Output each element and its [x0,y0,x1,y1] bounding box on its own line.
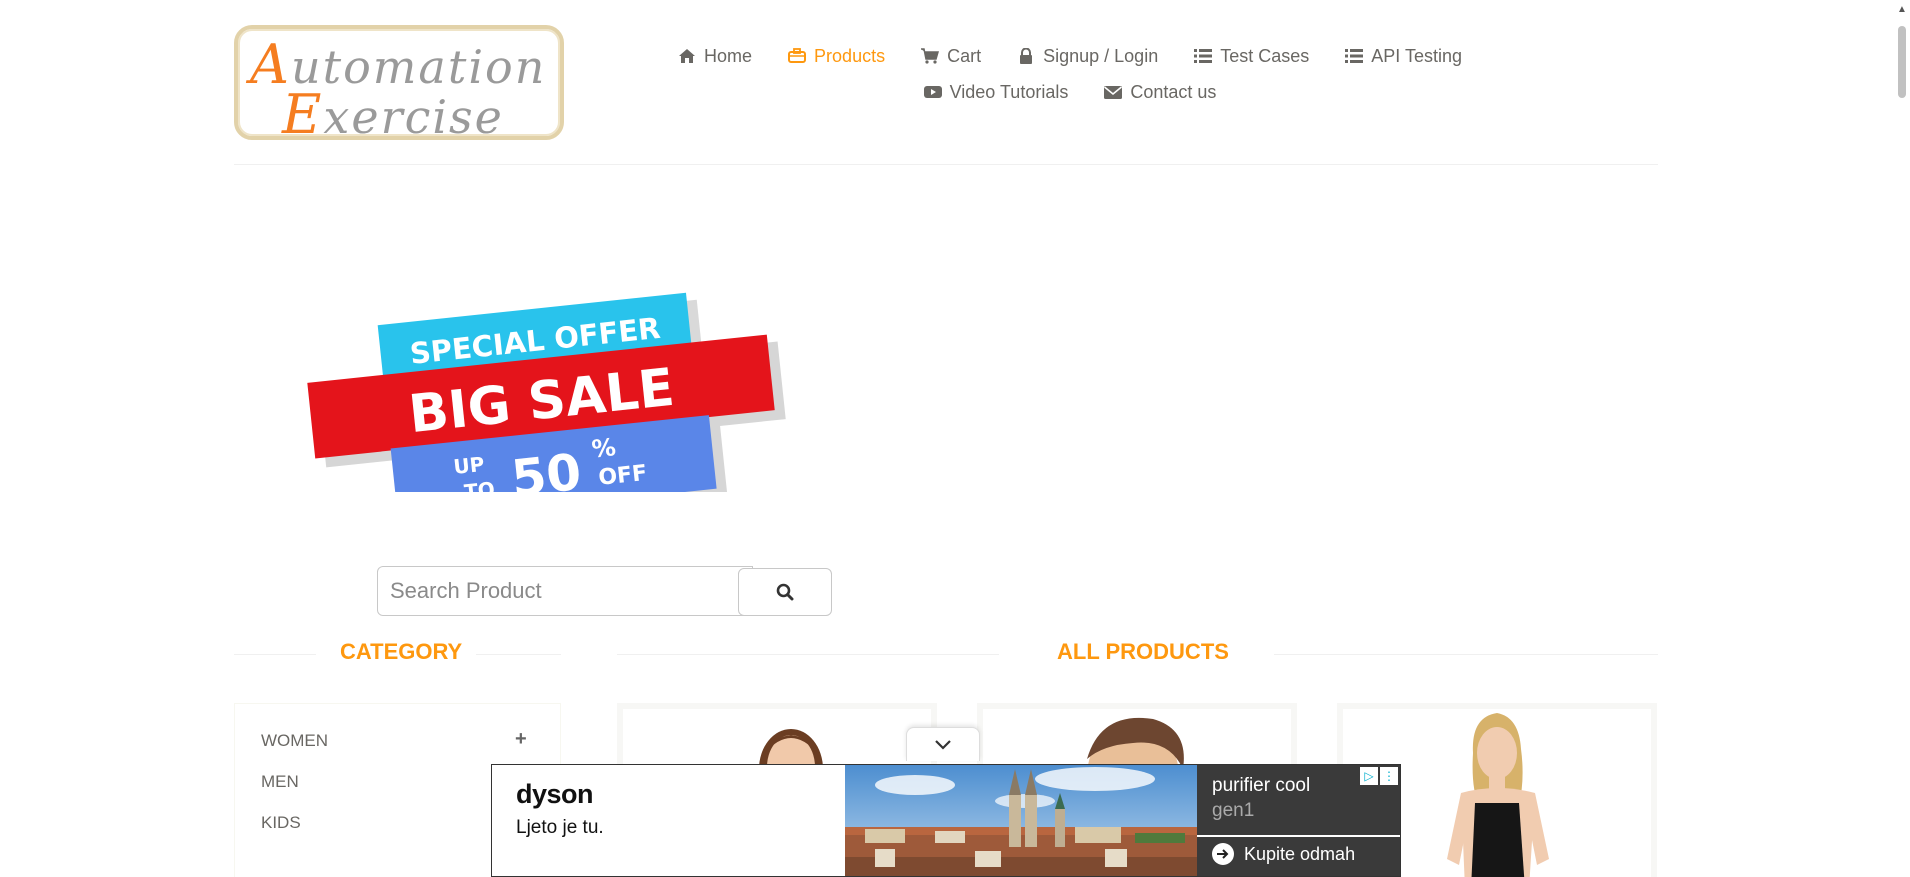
category-item-men[interactable]: MEN [261,772,299,792]
nav-test-cases-label: Test Cases [1220,45,1310,66]
nav-signup-login[interactable]: Signup / Login [999,38,1176,74]
scroll-thumb[interactable] [1898,26,1906,98]
category-item-women[interactable]: WOMEN [261,731,328,751]
list-icon [1194,49,1213,63]
ad-tagline: Ljeto je tu. [516,817,604,838]
expand-women-icon[interactable]: + [515,728,527,751]
all-products-title: ALL PRODUCTS [1057,639,1229,664]
ad-separator [1197,835,1400,837]
special-offer-banner: SPECIAL OFFER BIG SALE UP TO 50 % OFF [307,292,786,492]
ad-brand: dyson [516,779,594,809]
ad-badges: ▷ ⋮ [1360,767,1398,785]
arrow-right-icon [1212,843,1234,865]
ad-cta-label: Kupite odmah [1244,843,1356,864]
banner-50: 50 [509,443,584,492]
category-item-kids[interactable]: KIDS [261,813,301,833]
search-input[interactable] [377,566,753,616]
nav-contact-label: Contact us [1130,81,1217,102]
nav-row-1: Home Products Cart Signup / Login Test C… [679,38,1462,74]
lock-icon [1020,48,1033,64]
banner-off: OFF [597,461,648,491]
ad-left-panel: dyson Ljeto je tu. [492,765,845,876]
nav-api-testing[interactable]: API Testing [1327,38,1480,74]
nav-home-label: Home [704,45,753,66]
cart-icon [921,48,940,64]
ad-menu-icon[interactable]: ⋮ [1380,767,1398,785]
ad-product-version: gen1 [1212,800,1255,821]
main-nav: Home Products Cart Signup / Login Test C… [679,38,1462,110]
list-icon [1345,49,1364,63]
site-logo[interactable]: Automation Exercise [234,25,564,146]
products-title-line-right [1274,654,1658,655]
envelope-icon [1104,86,1123,99]
nav-home[interactable]: Home [660,38,770,74]
nav-video-label: Video Tutorials [949,81,1069,102]
nav-products-label: Products [814,45,886,66]
search-button[interactable] [738,568,832,616]
chevron-down-icon [935,739,951,750]
adchoices-icon[interactable]: ▷ [1360,767,1378,785]
scroll-up-icon[interactable]: ▲ [1897,4,1907,15]
banner-to: TO [463,477,496,492]
ad-product-name: purifier cool [1212,775,1311,796]
nav-test-cases[interactable]: Test Cases [1176,38,1327,74]
ad-cta-button[interactable]: Kupite odmah [1212,843,1355,865]
nav-contact-us[interactable]: Contact us [1086,74,1234,110]
nav-api-testing-label: API Testing [1371,45,1462,66]
youtube-play-icon [923,86,942,98]
nav-row-2: Video Tutorials Contact us [730,74,1410,110]
nav-signup-label: Signup / Login [1043,45,1159,66]
category-title-line-right [476,654,561,655]
nav-products[interactable]: Products [770,38,903,74]
ad-banner[interactable]: dyson Ljeto je tu. purifier cool gen1 Ku… [491,764,1401,877]
nav-cart[interactable]: Cart [903,38,999,74]
header-divider [234,164,1658,165]
category-title: CATEGORY [340,639,463,664]
ad-collapse-toggle[interactable] [906,727,980,761]
nav-video-tutorials[interactable]: Video Tutorials [906,74,1087,110]
ad-city-photo [845,765,1197,876]
banner-percent: % [590,433,617,463]
category-title-line-left [234,654,316,655]
page-scrollbar[interactable]: ▲ [1893,0,1910,877]
home-icon [679,49,696,63]
banner-up: UP [452,452,485,479]
nav-cart-label: Cart [947,45,982,66]
search-icon [776,583,794,601]
logo-line-2: Exercise [282,83,504,146]
briefcase-icon [788,48,807,63]
products-title-line-left [617,654,999,655]
